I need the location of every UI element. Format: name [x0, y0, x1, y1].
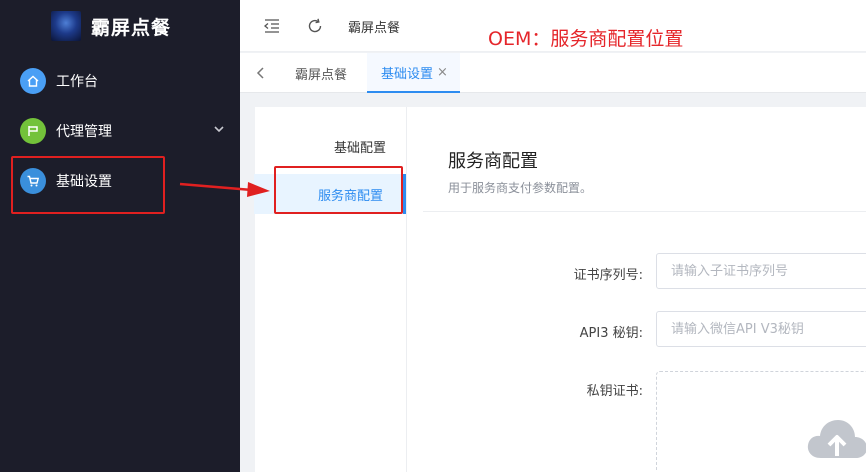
- top-header: 霸屏点餐 OEM：服务商配置位置: [240, 0, 866, 52]
- cloud-upload-icon: [807, 420, 866, 458]
- flag-icon: [20, 118, 46, 144]
- section-description: 用于服务商支付参数配置。: [448, 181, 593, 195]
- sidebar-item-label: 工作台: [56, 74, 98, 90]
- chevron-left-icon[interactable]: [254, 65, 268, 81]
- divider: [423, 211, 866, 212]
- main-content: 基础配置 服务商配置 服务商配置 用于服务商支付参数配置。 证书序列号: API…: [254, 107, 866, 472]
- annotation-highlight-sidebar: [11, 156, 165, 214]
- sidebar-item-label: 代理管理: [56, 124, 112, 140]
- sidebar-item-workbench[interactable]: 工作台: [0, 56, 240, 106]
- subnav-item-basic-config[interactable]: 基础配置: [254, 126, 406, 166]
- home-icon: [20, 68, 46, 94]
- breadcrumb[interactable]: 霸屏点餐: [348, 17, 400, 36]
- api3-key-label: API3 秘钥:: [579, 326, 643, 341]
- collapse-menu-icon[interactable]: [263, 17, 281, 35]
- section-title: 服务商配置: [448, 151, 538, 172]
- brand-title: 霸屏点餐: [90, 16, 171, 39]
- annotation-text: OEM：服务商配置位置: [488, 28, 684, 50]
- tab-label: 基础设置: [381, 66, 434, 82]
- subnav-label: 基础配置: [333, 140, 386, 156]
- tab-label: 霸屏点餐: [295, 67, 348, 83]
- private-cert-upload[interactable]: [656, 371, 866, 472]
- annotation-highlight-subnav: [274, 166, 403, 214]
- chevron-down-icon[interactable]: [214, 124, 224, 134]
- cert-serial-label: 证书序列号:: [573, 268, 643, 283]
- api3-key-input[interactable]: [656, 311, 866, 347]
- annotation-arrow: [179, 182, 270, 197]
- settings-subnav: 基础配置 服务商配置: [254, 107, 407, 472]
- private-cert-label: 私钥证书:: [586, 384, 643, 399]
- refresh-icon[interactable]: [306, 17, 324, 35]
- sidebar-item-agent-management[interactable]: 代理管理: [0, 106, 240, 156]
- sidebar: 霸屏点餐 工作台 代理管理 基础设置: [0, 0, 240, 472]
- tab-home[interactable]: 霸屏点餐: [295, 53, 347, 93]
- tags-bar: 霸屏点餐 基础设置 ×: [240, 53, 866, 93]
- brand-logo: [50, 11, 81, 41]
- tab-basic-settings[interactable]: 基础设置 ×: [367, 53, 460, 93]
- close-icon[interactable]: ×: [437, 65, 448, 80]
- brand: 霸屏点餐: [0, 0, 240, 52]
- cert-serial-input[interactable]: [656, 253, 866, 289]
